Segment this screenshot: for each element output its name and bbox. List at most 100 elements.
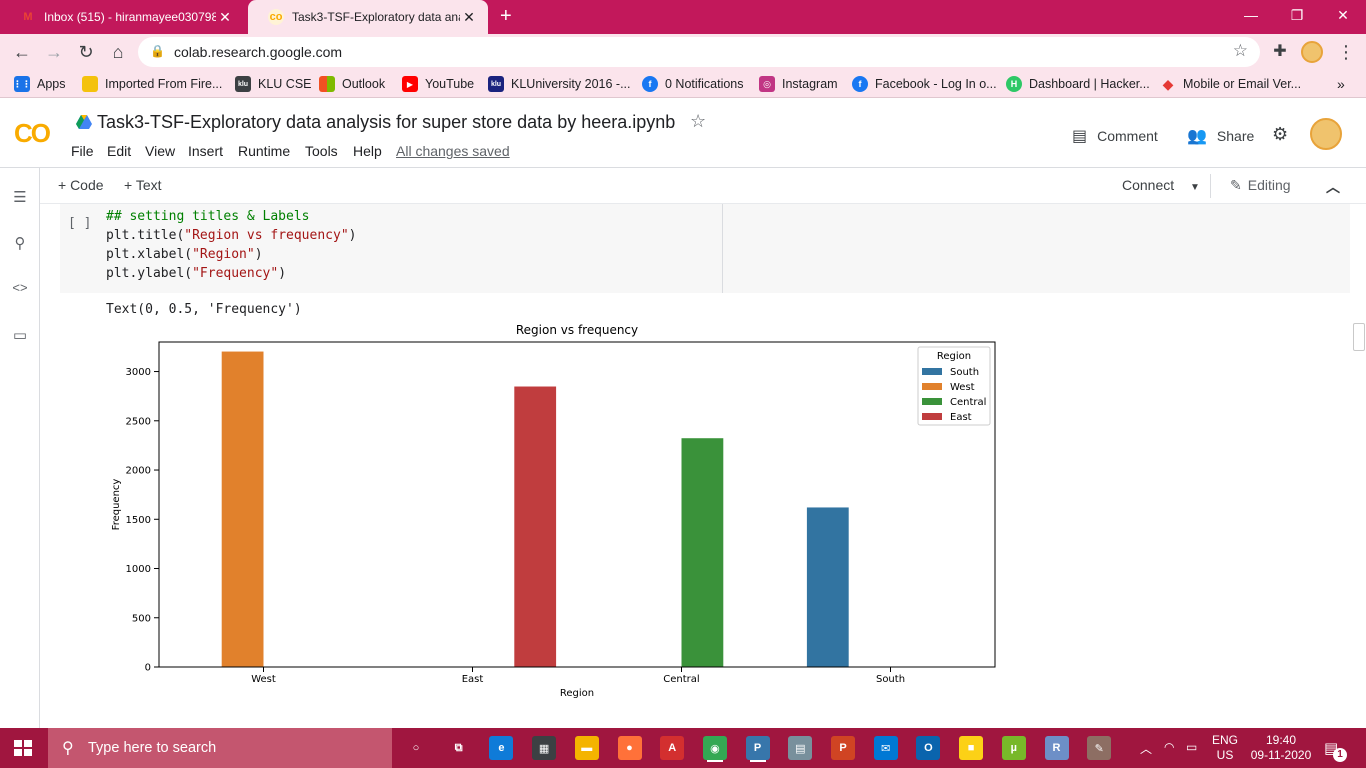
menu-file[interactable]: File [71,143,94,159]
firefox-icon[interactable]: ● [617,736,642,760]
bookmark-klu-cse[interactable]: klu KLU CSE [235,75,312,93]
address-bar[interactable]: 🔒 colab.research.google.com ☆ [138,37,1260,67]
comment-button[interactable]: ▤ Comment [1072,126,1158,146]
bookmark-star-icon[interactable]: ☆ [1233,41,1248,61]
bookmark-label: KLUniversity 2016 -... [511,77,631,91]
profile-avatar[interactable] [1301,41,1323,63]
share-button[interactable]: 👥 Share [1187,126,1254,146]
acrobat-icon[interactable]: A [660,736,685,760]
settings-gear-icon[interactable]: ⚙ [1272,124,1288,145]
bookmark-hackerrank[interactable]: H Dashboard | Hacker... [1006,75,1150,93]
connect-label: Connect [1122,177,1175,193]
restore-button[interactable]: ❐ [1274,0,1320,30]
bookmarks-bar: ⋮⋮ Apps Imported From Fire... klu KLU CSE … [0,70,1366,98]
bookmark-outlook[interactable]: Outlook [319,75,385,93]
bookmark-youtube[interactable]: ▶ YouTube [402,75,474,93]
chrome-icon[interactable]: ◉ [702,736,727,760]
connect-button[interactable]: Connect ▼ [1122,177,1200,193]
battery-icon[interactable]: ▭ [1186,740,1197,754]
sticky-notes-icon[interactable]: ■ [959,736,984,760]
menu-edit[interactable]: Edit [107,143,131,159]
bookmark-label: Apps [37,77,66,91]
colab-logo[interactable]: CO [14,118,51,149]
show-hidden-icons[interactable]: ︿ [1140,740,1152,757]
cell-run-indicator[interactable]: [ ] [68,216,91,231]
url-text: colab.research.google.com [174,44,343,60]
bookmark-kluniversity[interactable]: klu KLUniversity 2016 -... [488,75,631,93]
bookmark-apps[interactable]: ⋮⋮ Apps [13,75,66,93]
add-code-button[interactable]: + Code [58,177,104,193]
paint-icon[interactable]: ✎ [1087,736,1112,760]
windows-start-icon[interactable] [14,740,32,756]
search-icon[interactable]: ⚲ [10,234,30,254]
taskbar-search-box[interactable]: ⚲ Type here to search [48,728,392,768]
new-tab-button[interactable]: + [500,5,512,28]
r-icon[interactable]: R [1044,736,1069,760]
clock[interactable]: 19:40 09-11-2020 [1250,733,1312,763]
edge-icon[interactable]: e [489,736,514,760]
menu-insert[interactable]: Insert [188,143,223,159]
notebook-title[interactable]: Task3-TSF-Exploratory data analysis for … [97,112,675,133]
bookmark-facebook[interactable]: f Facebook - Log In o... [852,75,997,93]
browser-menu-icon[interactable]: ⋮ [1334,40,1358,64]
bookmark-mobile-email[interactable]: ◆ Mobile or Email Ver... [1160,75,1302,93]
printer-icon[interactable]: ▤ [788,736,813,760]
outlook-app-icon[interactable]: O [916,736,941,760]
reload-icon[interactable]: ↻ [74,40,98,64]
bookmark-label: Imported From Fire... [105,77,223,91]
minimize-button[interactable]: — [1228,0,1274,30]
vertical-scrollbar[interactable] [1353,323,1365,351]
collapse-header-icon[interactable]: ︿ [1326,177,1340,197]
extensions-icon[interactable]: ✚ [1268,40,1292,64]
store-icon[interactable]: ▦ [532,736,557,760]
browser-tab-strip: M Inbox (515) - hiranmayee030798 ✕ co Ta… [0,0,1366,34]
instagram-icon: ◎ [759,76,775,92]
back-arrow-icon[interactable]: ← [10,40,34,64]
utorrent-icon[interactable]: µ [1001,736,1026,760]
bookmark-label: Mobile or Email Ver... [1183,77,1302,91]
wifi-icon[interactable]: ◠ [1164,740,1174,754]
menu-tools[interactable]: Tools [305,143,338,159]
y-tick-label: 3000 [126,367,151,378]
forward-arrow-icon[interactable]: → [42,40,66,64]
mail-icon[interactable]: ✉ [873,736,898,760]
comment-icon: ▤ [1072,128,1088,145]
python-icon[interactable]: P [745,736,770,760]
add-text-button[interactable]: + Text [124,177,162,193]
bookmark-notifications[interactable]: f 0 Notifications [642,75,744,93]
lock-icon[interactable]: 🔒 [150,44,165,58]
diamond-icon: ◆ [1162,75,1174,92]
code-cell[interactable]: [ ] ## setting titles & Labels plt.title… [60,204,1350,293]
tab-gmail-inbox[interactable]: M Inbox (515) - hiranmayee030798 ✕ [0,0,244,34]
close-tab-icon[interactable]: ✕ [460,9,478,26]
home-icon[interactable]: ⌂ [106,40,130,64]
files-folder-icon[interactable]: ▭ [10,326,30,346]
close-tab-icon[interactable]: ✕ [216,9,234,26]
menu-help[interactable]: Help [353,143,382,159]
comment-label: Comment [1097,128,1158,144]
bookmark-instagram[interactable]: ◎ Instagram [759,75,838,93]
tab-colab-notebook[interactable]: co Task3-TSF-Exploratory data analy ✕ [248,0,488,34]
bookmark-imported[interactable]: Imported From Fire... [82,75,222,93]
people-icon: 👥 [1187,128,1207,145]
account-avatar[interactable] [1310,118,1342,150]
close-window-button[interactable]: ✕ [1320,0,1366,30]
colab-header: CO Task3-TSF-Exploratory data analysis f… [0,98,1366,168]
more-bookmarks-icon[interactable]: » [1337,75,1345,93]
language-indicator[interactable]: ENG US [1212,733,1238,763]
star-notebook-icon[interactable]: ☆ [690,111,706,132]
table-of-contents-icon[interactable]: ☰ [10,188,30,208]
powerpoint-icon[interactable]: P [831,736,855,760]
save-status-link[interactable]: All changes saved [396,143,510,159]
cortana-icon[interactable]: ○ [404,736,428,760]
task-view-icon[interactable]: ⧉ [446,736,471,760]
editing-label: Editing [1247,177,1291,193]
menu-view[interactable]: View [145,143,175,159]
google-drive-icon[interactable] [76,115,92,129]
y-tick-label: 2500 [126,416,151,427]
bar-south [806,507,849,667]
file-explorer-icon[interactable]: ▬ [574,736,599,760]
editing-mode-button[interactable]: ✎ Editing [1230,177,1291,194]
menu-runtime[interactable]: Runtime [238,143,290,159]
code-snippets-icon[interactable]: <> [10,280,30,300]
